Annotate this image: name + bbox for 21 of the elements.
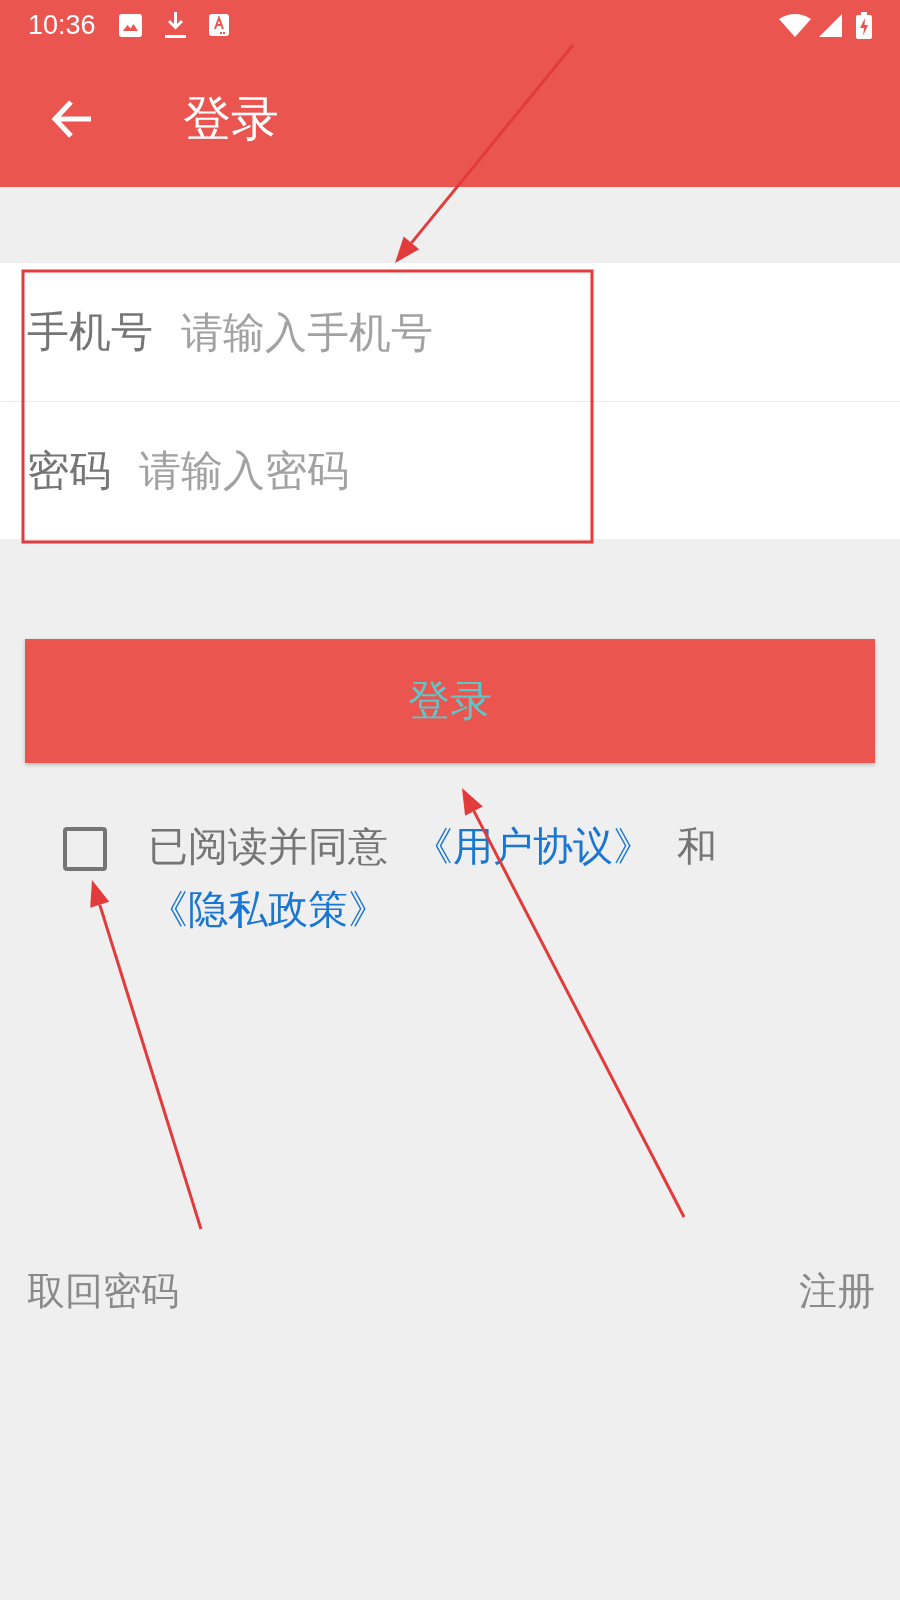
back-button[interactable] <box>51 98 92 139</box>
phone-input[interactable]: 请输入手机号 <box>181 302 900 362</box>
letter-tile-icon <box>208 14 229 36</box>
battery-icon <box>856 11 872 39</box>
image-icon <box>118 13 142 37</box>
phone-label: 手机号 <box>27 306 153 358</box>
password-label: 密码 <box>27 444 111 497</box>
retrieve-password-link[interactable]: 取回密码 <box>27 1266 179 1316</box>
agreement-checkbox[interactable] <box>63 827 107 871</box>
signal-icon <box>819 13 842 37</box>
wifi-icon <box>779 13 811 37</box>
status-time: 10:36 <box>28 9 96 41</box>
login-button[interactable]: 登录 <box>25 639 875 763</box>
user-agreement-link[interactable]: 《用户协议》 <box>412 823 653 869</box>
register-link[interactable]: 注册 <box>799 1266 875 1316</box>
password-input[interactable]: 请输入密码 <box>139 440 900 501</box>
arrow-left-icon <box>51 98 92 139</box>
agreement-text: 已阅读并同意 《用户协议》 和 《隐私政策》 <box>148 822 719 934</box>
page-title: 登录 <box>183 89 279 148</box>
privacy-policy-link[interactable]: 《隐私政策》 <box>148 886 388 932</box>
download-icon <box>164 12 186 38</box>
